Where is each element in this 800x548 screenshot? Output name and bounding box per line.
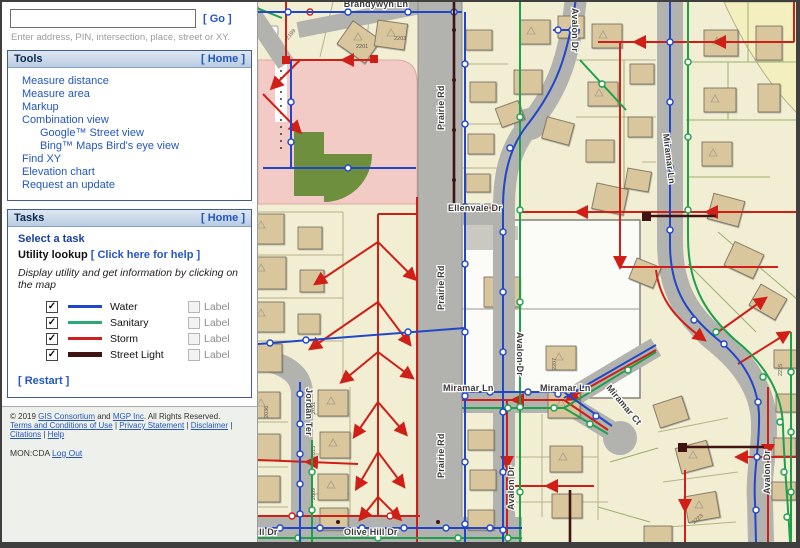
copyright-mid: and — [95, 412, 113, 421]
street-light-line-swatch — [68, 352, 102, 357]
street-label-avalon-mid: Avalon Dr — [515, 332, 525, 376]
session-id: MON:CDA — [10, 448, 50, 458]
privacy-link[interactable]: Privacy Statement — [119, 421, 184, 430]
water-label-checkbox[interactable] — [188, 301, 200, 313]
sanitary-label-checkbox[interactable] — [188, 317, 200, 329]
svg-text:2009: 2009 — [311, 488, 317, 500]
tools-list: Measure distance Measure area Markup Com… — [8, 68, 251, 200]
footer-links: Terms and Conditions of Use | Privacy St… — [10, 421, 249, 439]
storm-line-swatch — [68, 337, 102, 340]
tools-title: Tools — [14, 53, 43, 65]
citations-link[interactable]: Citations — [10, 430, 41, 439]
separator: | — [43, 430, 45, 439]
map-viewport[interactable]: Brandywyn Ln Prairie Rd Prairie Rd Prair… — [257, 2, 798, 542]
street-light-label: Street Light — [110, 349, 188, 361]
street-label-prairie-1: Prairie Rd — [436, 85, 446, 130]
copyright-line: © 2019 GIS Consortium and MGP Inc. All R… — [10, 412, 249, 421]
water-checkbox[interactable]: ✓ — [46, 301, 58, 313]
legend-row-storm: ✓ Storm Label — [46, 331, 243, 346]
tool-find-xy[interactable]: Find XY — [22, 153, 247, 166]
tool-markup[interactable]: Markup — [22, 101, 247, 114]
separator: | — [186, 421, 188, 430]
mgp-link[interactable]: MGP Inc — [113, 412, 144, 421]
street-label-ellenvale: Ellenvale Dr — [448, 203, 502, 213]
terms-link[interactable]: Terms and Conditions of Use — [10, 421, 113, 430]
water-line-swatch — [68, 305, 102, 308]
sidebar: [ Go ] Enter address, PIN, intersection,… — [2, 2, 257, 542]
storm-checkbox[interactable]: ✓ — [46, 333, 58, 345]
tool-request-update[interactable]: Request an update — [22, 179, 247, 192]
svg-text:2015: 2015 — [311, 446, 317, 458]
tools-home-link[interactable]: [ Home ] — [201, 53, 245, 65]
utility-legend: ✓ Water Label ✓ Sanitary Label ✓ — [46, 299, 243, 362]
storm-label-text: Label — [204, 333, 230, 345]
street-light-checkbox[interactable]: ✓ — [46, 349, 58, 361]
sanitary-label: Sanitary — [110, 317, 188, 329]
water-label-text: Label — [204, 301, 230, 313]
tools-panel: Tools [ Home ] Measure distance Measure … — [7, 50, 252, 201]
tools-panel-header: Tools [ Home ] — [8, 51, 251, 68]
street-label-avalon-se: Avalon Dr — [762, 450, 772, 494]
tool-google-street-view[interactable]: Google™ Street view — [22, 127, 247, 140]
tool-elevation-chart[interactable]: Elevation chart — [22, 166, 247, 179]
tasks-panel-header: Tasks [ Home ] — [8, 210, 251, 227]
utility-description: Display utility and get information by c… — [18, 267, 243, 291]
tool-bing-birds-eye[interactable]: Bing™ Maps Bird's eye view — [22, 140, 247, 153]
street-label-olive-w: Olive Hill Dr — [258, 527, 278, 537]
restart-row: [ Restart ] — [18, 371, 243, 389]
tool-measure-area[interactable]: Measure area — [22, 88, 247, 101]
tool-combination-view[interactable]: Combination view — [22, 114, 247, 127]
storm-label: Storm — [110, 333, 188, 345]
legend-row-water: ✓ Water Label — [46, 299, 243, 314]
go-button[interactable]: [ Go ] — [203, 13, 232, 25]
storm-label-checkbox[interactable] — [188, 333, 200, 345]
address-search-row: [ Go ] — [2, 2, 257, 29]
gis-consortium-link[interactable]: GIS Consortium — [38, 412, 95, 421]
street-light-label-checkbox[interactable] — [188, 349, 200, 361]
help-link[interactable]: Help — [48, 430, 64, 439]
svg-text:2201: 2201 — [356, 44, 368, 50]
copyright-suffix: . All Rights Reserved. — [144, 412, 220, 421]
disclaimer-link[interactable]: Disclaimer — [191, 421, 228, 430]
sidebar-footer: © 2019 GIS Consortium and MGP Inc. All R… — [2, 406, 257, 542]
sanitary-checkbox[interactable]: ✓ — [46, 317, 58, 329]
street-label-avalon-top: Avalon Dr — [570, 8, 580, 52]
street-label-miramar-w: Miramar Ln — [443, 383, 494, 393]
utility-lookup-row: Utility lookup [ Click here for help ] — [18, 249, 243, 261]
legend-row-street-light: ✓ Street Light Label — [46, 347, 243, 362]
tasks-home-link[interactable]: [ Home ] — [201, 212, 245, 224]
tasks-title: Tasks — [14, 212, 44, 224]
sports-field — [294, 132, 324, 196]
utility-help-link[interactable]: [ Click here for help ] — [91, 249, 200, 261]
street-label-olive-c: Olive Hill Dr — [344, 527, 398, 537]
logout-link[interactable]: Log Out — [52, 448, 82, 458]
select-task-heading: Select a task — [18, 233, 243, 245]
water-label: Water — [110, 301, 188, 313]
copyright-prefix: © 2019 — [10, 412, 38, 421]
tool-measure-distance[interactable]: Measure distance — [22, 75, 247, 88]
svg-text:2031: 2031 — [311, 402, 317, 414]
svg-text:2036: 2036 — [264, 406, 270, 418]
street-light-label-text: Label — [204, 349, 230, 361]
separator: | — [115, 421, 117, 430]
street-label-prairie-2: Prairie Rd — [436, 265, 446, 310]
legend-row-sanitary: ✓ Sanitary Label — [46, 315, 243, 330]
svg-text:2203: 2203 — [394, 36, 406, 42]
search-hint: Enter address, PIN, intersection, place,… — [2, 29, 257, 50]
street-label-prairie-3: Prairie Rd — [436, 433, 446, 478]
sanitary-line-swatch — [68, 321, 102, 324]
utility-lookup-label: Utility lookup — [18, 249, 88, 261]
street-label-avalon-low: Avalon Dr — [506, 466, 516, 510]
session-row: MON:CDA Log Out — [10, 448, 249, 458]
svg-text:2215: 2215 — [778, 364, 784, 376]
svg-text:2207: 2207 — [552, 358, 558, 370]
sanitary-label-text: Label — [204, 317, 230, 329]
street-label-miramar-e: Miramar Ln — [540, 383, 591, 393]
address-search-input[interactable] — [10, 9, 196, 28]
tasks-panel: Tasks [ Home ] Select a task Utility loo… — [7, 209, 252, 398]
street-label-brandywyn: Brandywyn Ln — [344, 2, 408, 9]
separator: | — [230, 421, 232, 430]
gis-application-window: [ Go ] Enter address, PIN, intersection,… — [0, 0, 800, 548]
restart-link[interactable]: [ Restart ] — [18, 375, 69, 387]
